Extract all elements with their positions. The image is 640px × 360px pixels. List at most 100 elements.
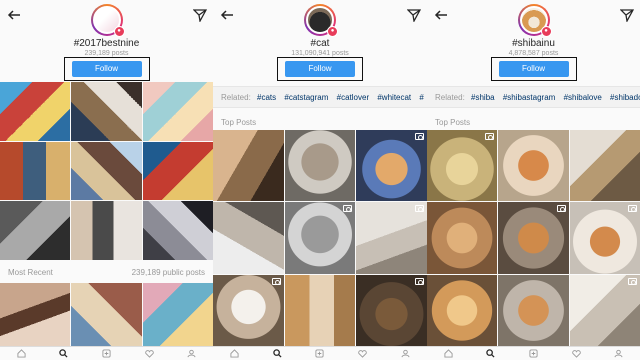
- bottom-nav: [213, 346, 427, 360]
- hashtag-avatar[interactable]: ●: [90, 4, 125, 37]
- grid-post[interactable]: [427, 202, 498, 274]
- search-icon[interactable]: [272, 349, 282, 358]
- profile-icon[interactable]: [614, 349, 623, 358]
- grid-post[interactable]: [0, 283, 71, 346]
- grid-post[interactable]: [71, 283, 142, 346]
- follow-button[interactable]: Follow: [285, 61, 355, 77]
- story-badge-icon: ●: [113, 26, 125, 37]
- related-tag[interactable]: #whitecat: [377, 93, 411, 102]
- direct-send-icon[interactable]: [193, 8, 207, 22]
- heart-icon[interactable]: [571, 349, 581, 358]
- related-tag[interactable]: #shiba: [471, 93, 495, 102]
- follow-button[interactable]: Follow: [71, 61, 142, 77]
- grid-post[interactable]: [142, 201, 213, 260]
- related-tag[interactable]: #shibastagram: [503, 93, 555, 102]
- related-label: Related:: [435, 93, 465, 102]
- grid-post[interactable]: [0, 201, 71, 260]
- grid-post[interactable]: [0, 141, 71, 201]
- related-label: Related:: [221, 93, 251, 102]
- heart-icon[interactable]: [144, 349, 154, 358]
- grid-post[interactable]: [356, 202, 427, 274]
- back-arrow-icon[interactable]: [220, 8, 234, 22]
- grid-post[interactable]: [213, 130, 284, 202]
- video-camera-icon: [414, 277, 424, 285]
- top-posts-grid: [427, 130, 640, 346]
- follow-button[interactable]: Follow: [498, 61, 569, 77]
- hashtag-title: #2017bestnine: [73, 38, 140, 49]
- grid-post[interactable]: [356, 130, 427, 202]
- related-tag[interactable]: #catstagram: [284, 93, 328, 102]
- grid-post[interactable]: [284, 202, 356, 274]
- grid-post[interactable]: [284, 130, 356, 202]
- hashtag-avatar[interactable]: ●: [517, 4, 552, 37]
- video-camera-icon: [628, 277, 637, 285]
- hashtag-title: #cat: [310, 38, 330, 49]
- bottom-nav: [0, 346, 213, 360]
- screens: ● #2017bestnine 239,189 posts Follow Mos…: [0, 0, 640, 360]
- grid-post[interactable]: [284, 274, 356, 346]
- top-posts-label: Top Posts: [435, 118, 471, 127]
- video-camera-icon: [556, 205, 566, 213]
- hashtag-avatar[interactable]: ●: [304, 4, 338, 37]
- related-hashtags: Related: #cats #catstagram #catlover #wh…: [213, 86, 427, 108]
- top-posts-label: Top Posts: [221, 118, 257, 127]
- grid-post[interactable]: [142, 82, 213, 141]
- public-posts-count: 239,189 public posts: [131, 268, 205, 277]
- grid-post[interactable]: [569, 130, 640, 202]
- grid-post[interactable]: [498, 202, 569, 274]
- grid-post[interactable]: [142, 141, 213, 201]
- back-arrow-icon[interactable]: [434, 8, 448, 22]
- screen-shibainu: ● #shibainu 4,878,587 posts Follow Relat…: [427, 0, 640, 360]
- video-camera-icon: [414, 205, 424, 213]
- video-camera-icon: [343, 205, 353, 213]
- related-tag[interactable]: #: [419, 93, 423, 102]
- grid-post[interactable]: [71, 82, 142, 141]
- grid-post[interactable]: [0, 82, 71, 141]
- add-icon[interactable]: [529, 349, 538, 358]
- story-badge-icon: ●: [540, 26, 552, 37]
- grid-post[interactable]: [142, 283, 213, 346]
- post-count: 131,090,941 posts: [291, 50, 349, 57]
- grid-post[interactable]: [569, 202, 640, 274]
- grid-post[interactable]: [498, 130, 569, 202]
- profile-icon[interactable]: [187, 349, 196, 358]
- video-camera-icon: [414, 133, 424, 140]
- home-icon[interactable]: [17, 349, 26, 358]
- grid-post[interactable]: [427, 130, 498, 202]
- search-icon[interactable]: [59, 349, 68, 358]
- direct-send-icon[interactable]: [620, 8, 634, 22]
- add-icon[interactable]: [102, 349, 111, 358]
- add-icon[interactable]: [315, 349, 325, 358]
- related-tag[interactable]: #catlover: [337, 93, 369, 102]
- grid-post[interactable]: [71, 141, 142, 201]
- related-tag[interactable]: #shibalove: [564, 93, 602, 102]
- grid-post[interactable]: [356, 274, 427, 346]
- profile-icon[interactable]: [401, 349, 410, 358]
- grid-post[interactable]: [569, 274, 640, 346]
- related-tag[interactable]: #cats: [257, 93, 276, 102]
- home-icon[interactable]: [230, 349, 239, 358]
- grid-post[interactable]: [213, 202, 284, 274]
- video-camera-icon: [271, 277, 281, 285]
- direct-send-icon[interactable]: [407, 8, 421, 22]
- collage-grid: [0, 82, 213, 260]
- screen-cat: ● #cat 131,090,941 posts Follow Related:…: [213, 0, 427, 360]
- bottom-nav: [427, 346, 640, 360]
- search-icon[interactable]: [486, 349, 495, 358]
- top-posts-grid: [213, 130, 427, 346]
- grid-post[interactable]: [427, 274, 498, 346]
- recent-grid: [0, 283, 213, 346]
- grid-post[interactable]: [213, 274, 284, 346]
- heart-icon[interactable]: [358, 349, 368, 358]
- grid-post[interactable]: [498, 274, 569, 346]
- hashtag-title: #shibainu: [512, 38, 555, 49]
- related-tag[interactable]: #shibado: [610, 93, 640, 102]
- most-recent-label: Most Recent: [8, 268, 53, 277]
- video-camera-icon: [628, 205, 637, 213]
- back-arrow-icon[interactable]: [7, 8, 21, 22]
- post-count: 239,189 posts: [84, 50, 129, 57]
- grid-post[interactable]: [71, 201, 142, 260]
- home-icon[interactable]: [444, 349, 453, 358]
- related-hashtags: Related: #shiba #shibastagram #shibalove…: [427, 86, 640, 108]
- story-badge-icon: ●: [327, 26, 338, 37]
